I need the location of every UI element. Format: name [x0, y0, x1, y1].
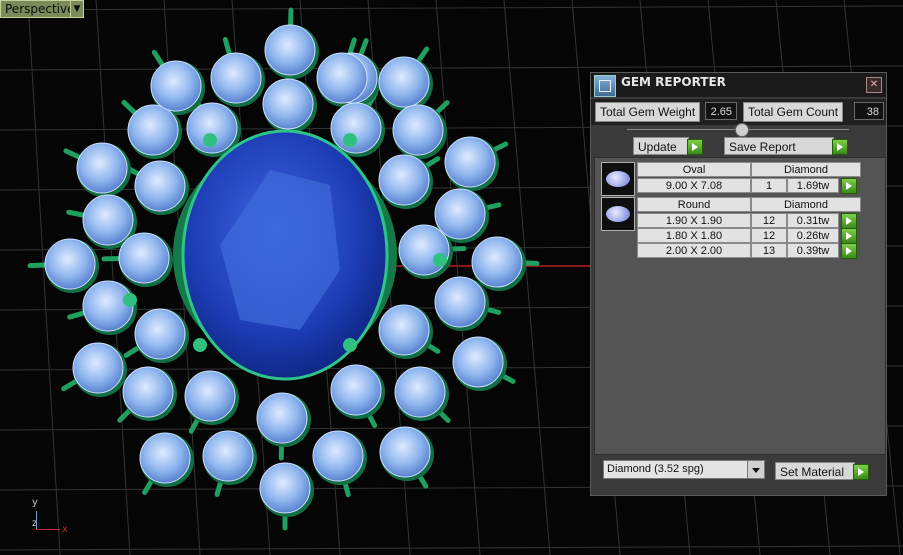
axis-y-line [36, 511, 37, 529]
viewport-menu-arrow[interactable]: ▼ [70, 0, 84, 18]
total-count-value: 38 [854, 102, 884, 120]
round-diamond [434, 276, 486, 328]
round-diamond [127, 104, 179, 156]
total-weight-label: Total Gem Weight [595, 102, 701, 122]
round-diamond [444, 136, 496, 188]
round-diamond [139, 432, 191, 484]
select-row-go-icon[interactable] [841, 228, 857, 244]
chevron-down-icon[interactable] [747, 461, 764, 478]
group-material-header: Diamond [751, 197, 861, 212]
panel-title: GEM REPORTER [621, 75, 726, 89]
round-diamond [452, 336, 504, 388]
viewport-label[interactable]: Perspective [0, 0, 80, 18]
gem-count-cell: 12 [751, 228, 787, 243]
round-diamond [150, 60, 202, 112]
save-report-go-icon[interactable] [832, 139, 848, 155]
gem-count-cell: 13 [751, 243, 787, 258]
round-diamond [378, 154, 430, 206]
gem-count-cell: 12 [751, 213, 787, 228]
round-diamond [184, 370, 236, 422]
gem-weight-cell: 0.26tw [787, 228, 839, 243]
round-diamond [44, 238, 96, 290]
axis-y-label: y [32, 497, 38, 508]
round-diamond [210, 52, 262, 104]
round-diamond [134, 308, 186, 360]
grid-line [0, 5, 903, 11]
collapse-toggle-icon[interactable] [735, 123, 749, 137]
perspective-viewport[interactable]: Perspective ▼ y z x GEM REPORTER ✕ Total… [0, 0, 903, 555]
gem-cluster [27, 7, 540, 531]
gem-count-cell: 1 [751, 178, 787, 193]
round-diamond [394, 366, 446, 418]
round-diamond [82, 280, 134, 332]
round-diamond [262, 78, 314, 130]
gem-weight-cell: 0.39tw [787, 243, 839, 258]
round-diamond [202, 430, 254, 482]
gem-size-cell: 1.90 X 1.90 [637, 213, 751, 228]
total-count-label: Total Gem Count [743, 102, 844, 122]
update-go-icon[interactable] [687, 139, 703, 155]
round-diamond [392, 104, 444, 156]
round-diamond [330, 102, 382, 154]
material-select-value: Diamond (3.52 spg) [607, 463, 704, 475]
round-diamond [76, 142, 128, 194]
select-row-go-icon[interactable] [841, 213, 857, 229]
gem-weight-cell: 1.69tw [787, 178, 839, 193]
round-diamond [118, 232, 170, 284]
grid-line [95, 0, 131, 555]
grid-line [0, 65, 903, 71]
gem-size-cell: 9.00 X 7.08 [637, 178, 751, 193]
round-diamond [378, 304, 430, 356]
gem-size-cell: 2.00 X 2.00 [637, 243, 751, 258]
prong-tip [203, 133, 217, 147]
material-select[interactable]: Diamond (3.52 spg) [603, 460, 765, 479]
round-diamond [259, 462, 311, 514]
update-button[interactable]: Update [633, 137, 689, 155]
prong-tip [193, 338, 207, 352]
round-diamond [264, 24, 316, 76]
group-shape-header: Round [637, 197, 751, 212]
select-row-go-icon[interactable] [841, 243, 857, 259]
prong-tip [123, 293, 137, 307]
round-diamond [72, 342, 124, 394]
axis-x-line [36, 529, 60, 530]
save-report-button[interactable]: Save Report [724, 137, 834, 155]
group-shape-header: Oval [637, 162, 751, 177]
select-row-go-icon[interactable] [841, 178, 857, 194]
prong-tip [433, 253, 447, 267]
round-diamond [398, 224, 450, 276]
panel-title-bar[interactable]: GEM REPORTER ✕ [591, 73, 886, 97]
prong-tip [343, 338, 357, 352]
round-diamond [330, 364, 382, 416]
round-diamond [379, 426, 431, 478]
round-diamond [316, 52, 368, 104]
gem-size-cell: 1.80 X 1.80 [637, 228, 751, 243]
set-material-button[interactable]: Set Material [775, 462, 855, 480]
round-diamond [312, 430, 364, 482]
gem-reporter-panel: GEM REPORTER ✕ Total Gem Weight 2.65 Tot… [590, 72, 887, 496]
round-diamond [256, 392, 308, 444]
round-diamond [471, 236, 523, 288]
round-diamond [122, 366, 174, 418]
round-gem-icon [601, 197, 635, 231]
gem-weight-cell: 0.31tw [787, 213, 839, 228]
totals-row: Total Gem Weight 2.65 Total Gem Count 38 [591, 99, 886, 125]
round-diamond [434, 188, 486, 240]
close-icon[interactable]: ✕ [866, 77, 882, 93]
grid-line [0, 545, 903, 551]
round-diamond [378, 56, 430, 108]
group-material-header: Diamond [751, 162, 861, 177]
gem-report-list: Oval Diamond 9.00 X 7.08 1 1.69tw Round Diamon… [594, 157, 886, 455]
gem-reporter-icon [594, 75, 616, 97]
prong-tip [343, 133, 357, 147]
set-material-go-icon[interactable] [853, 464, 869, 480]
round-diamond [134, 160, 186, 212]
round-diamond [82, 194, 134, 246]
oval-gem-icon [601, 162, 635, 196]
axis-x-label: x [62, 524, 68, 535]
total-weight-value: 2.65 [705, 102, 737, 120]
